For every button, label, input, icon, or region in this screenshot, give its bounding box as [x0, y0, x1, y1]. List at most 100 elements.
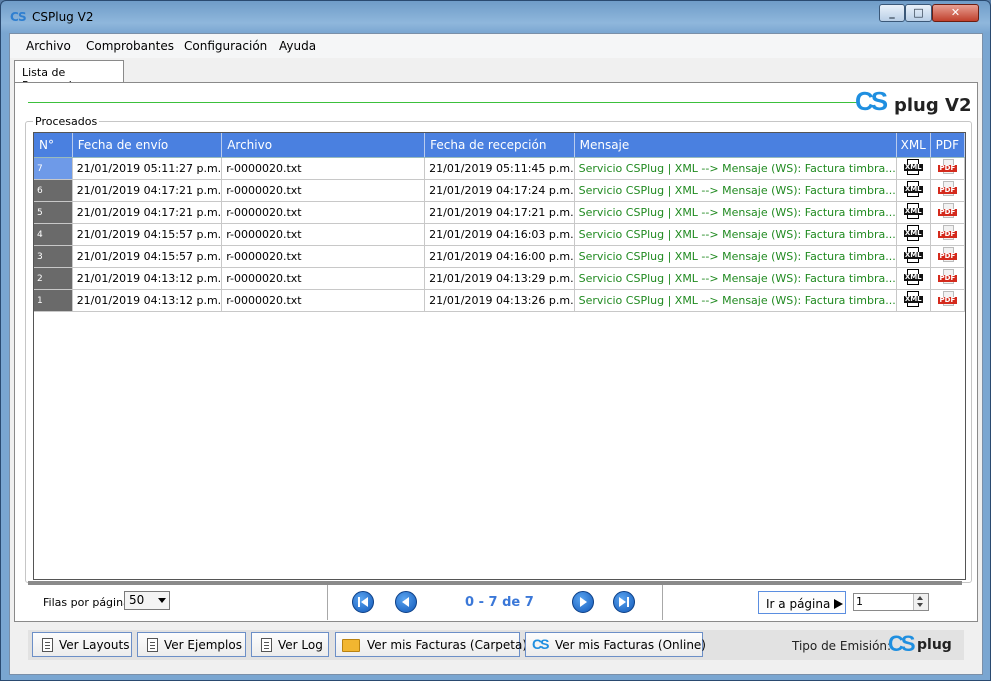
close-button[interactable]: ✕ [932, 4, 979, 22]
table-row[interactable]: 6 21/01/2019 04:17:21 p.m. r-0000020.txt 21… [34, 179, 965, 202]
last-page-icon [619, 597, 629, 607]
fecha-envio-cell: 21/01/2019 04:15:57 p.m. [72, 245, 223, 268]
row-number-cell[interactable]: 4 [34, 223, 73, 246]
ver-ejemplos-button[interactable]: Ver Ejemplos [137, 632, 246, 657]
page-number-input[interactable]: 1 [853, 593, 929, 611]
minimize-button[interactable]: _ [879, 4, 905, 22]
logo-cs-mark: CS [855, 86, 888, 116]
table-row[interactable]: 7 21/01/2019 05:11:27 p.m. r-0000020.txt 21… [34, 157, 965, 180]
pager-divider [327, 585, 328, 620]
xml-cell: XML [896, 179, 931, 202]
pdf-file-icon[interactable]: PDF [937, 181, 957, 197]
row-number-cell[interactable]: 6 [34, 179, 73, 202]
column-header-mensaje[interactable]: Mensaje [574, 133, 897, 158]
tab-lista-de-procesados[interactable]: Lista de Procesados [14, 60, 124, 92]
xml-file-icon[interactable]: XML [903, 159, 923, 175]
play-arrow-icon [834, 599, 844, 609]
pdf-file-icon[interactable]: PDF [937, 203, 957, 219]
processed-table: N° Fecha de envío Archivo Fecha de recep… [34, 133, 965, 312]
xml-file-icon[interactable]: XML [903, 291, 923, 307]
last-page-button[interactable] [613, 591, 635, 613]
folder-icon [342, 639, 360, 652]
next-page-icon [580, 597, 587, 607]
xml-cell: XML [896, 267, 931, 290]
xml-cell: XML [896, 289, 931, 312]
xml-icon-label: XML [903, 229, 923, 237]
table-row[interactable]: 5 21/01/2019 04:17:21 p.m. r-0000020.txt 21… [34, 201, 965, 224]
pdf-icon-label: PDF [937, 252, 957, 260]
go-to-page-button[interactable]: Ir a página [758, 591, 846, 614]
maximize-button[interactable]: □ [905, 4, 932, 22]
menu-archivo[interactable]: Archivo [26, 39, 71, 53]
rows-per-page-value: 50 [129, 593, 145, 607]
mensaje-cell: Servicio CSPlug | XML --> Mensaje (WS): … [574, 267, 897, 290]
table-row[interactable]: 4 21/01/2019 04:15:57 p.m. r-0000020.txt 21… [34, 223, 965, 246]
spin-down-icon[interactable] [917, 603, 923, 607]
xml-file-icon[interactable]: XML [903, 269, 923, 285]
menu-ayuda[interactable]: Ayuda [279, 39, 316, 53]
column-header-fecha-recepcion[interactable]: Fecha de recepción [424, 133, 575, 158]
table-header-row: N° Fecha de envío Archivo Fecha de recep… [34, 133, 965, 158]
row-number-cell[interactable]: 5 [34, 201, 73, 224]
window-title: CSPlug V2 [32, 10, 94, 24]
pdf-file-icon[interactable]: PDF [937, 247, 957, 263]
pdf-cell: PDF [930, 223, 965, 246]
row-number-cell[interactable]: 3 [34, 245, 73, 268]
fecha-envio-cell: 21/01/2019 05:11:27 p.m. [72, 157, 223, 180]
csplug-logo: CS plug V2 [855, 86, 975, 116]
table-row[interactable]: 2 21/01/2019 04:13:12 p.m. r-0000020.txt 21… [34, 267, 965, 290]
page-spinner[interactable] [913, 594, 928, 610]
ver-log-button[interactable]: Ver Log [251, 632, 329, 657]
menu-configuracion[interactable]: Configuración [184, 39, 267, 53]
pdf-file-icon[interactable]: PDF [937, 225, 957, 241]
pdf-file-icon[interactable]: PDF [937, 291, 957, 307]
previous-page-icon [402, 597, 409, 607]
divider-line [28, 102, 858, 103]
pdf-cell: PDF [930, 157, 965, 180]
table-row[interactable]: 1 21/01/2019 04:13:12 p.m. r-0000020.txt 21… [34, 289, 965, 312]
pdf-cell: PDF [930, 289, 965, 312]
column-header-archivo[interactable]: Archivo [221, 133, 426, 158]
row-number-cell[interactable]: 1 [34, 289, 73, 312]
archivo-cell: r-0000020.txt [221, 267, 426, 290]
rows-per-page-select[interactable]: 50 [124, 591, 170, 610]
ver-facturas-carpeta-button[interactable]: Ver mis Facturas (Carpeta) [335, 632, 527, 657]
dropdown-arrow-icon [158, 598, 166, 603]
column-header-fecha-envio[interactable]: Fecha de envío [72, 133, 223, 158]
column-header-number[interactable]: N° [34, 133, 73, 158]
document-icon [42, 638, 53, 652]
previous-page-button[interactable] [395, 591, 417, 613]
row-number-cell[interactable]: 7 [34, 157, 73, 180]
mensaje-cell: Servicio CSPlug | XML --> Mensaje (WS): … [574, 201, 897, 224]
xml-icon-label: XML [903, 163, 923, 171]
row-number-cell[interactable]: 2 [34, 267, 73, 290]
pdf-cell: PDF [930, 267, 965, 290]
fecha-recepcion-cell: 21/01/2019 04:17:24 p.m. [424, 179, 575, 202]
column-header-pdf[interactable]: PDF [930, 133, 965, 158]
xml-file-icon[interactable]: XML [903, 181, 923, 197]
first-page-button[interactable] [352, 591, 374, 613]
column-header-xml[interactable]: XML [896, 133, 931, 158]
fecha-envio-cell: 21/01/2019 04:17:21 p.m. [72, 179, 223, 202]
xml-file-icon[interactable]: XML [903, 225, 923, 241]
ver-facturas-online-button[interactable]: CS Ver mis Facturas (Online) [525, 632, 706, 657]
menu-comprobantes[interactable]: Comprobantes [86, 39, 174, 53]
processed-grid[interactable]: N° Fecha de envío Archivo Fecha de recep… [33, 132, 966, 580]
pdf-icon-label: PDF [937, 186, 957, 194]
ver-layouts-button[interactable]: Ver Layouts [32, 632, 132, 657]
button-label: Ver mis Facturas (Online) [555, 638, 706, 652]
xml-file-icon[interactable]: XML [903, 247, 923, 263]
xml-file-icon[interactable]: XML [903, 203, 923, 219]
action-bar: Ver Layouts Ver Ejemplos Ver Log Ver mis… [28, 630, 964, 660]
xml-icon-label: XML [903, 207, 923, 215]
table-row[interactable]: 3 21/01/2019 04:15:57 p.m. r-0000020.txt 21… [34, 245, 965, 268]
pdf-file-icon[interactable]: PDF [937, 269, 957, 285]
csplug-icon: CS [532, 636, 550, 652]
next-page-button[interactable] [572, 591, 594, 613]
spin-up-icon[interactable] [917, 596, 923, 600]
xml-icon-label: XML [903, 251, 923, 259]
mensaje-cell: Servicio CSPlug | XML --> Mensaje (WS): … [574, 223, 897, 246]
pdf-icon-label: PDF [937, 230, 957, 238]
pdf-file-icon[interactable]: PDF [937, 159, 957, 175]
title-bar[interactable]: CS CSPlug V2 _ □ ✕ [1, 1, 990, 33]
